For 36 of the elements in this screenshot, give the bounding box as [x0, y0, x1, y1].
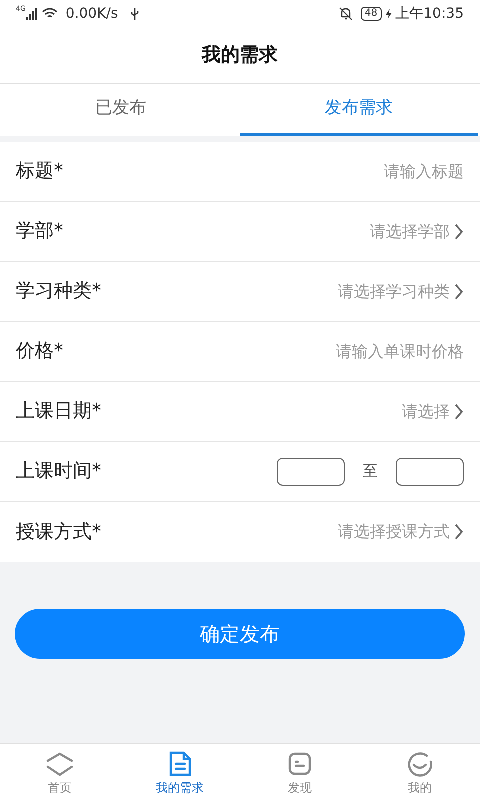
charging-icon — [386, 9, 392, 19]
select-field[interactable]: 请选择学习种类 — [338, 280, 464, 304]
nav-tab[interactable]: 首页 — [0, 744, 120, 800]
tab[interactable]: 发布需求 — [240, 84, 478, 136]
battery-level: 48 — [360, 7, 382, 21]
submit-button[interactable]: 确定发布 — [15, 609, 465, 659]
page-title: 我的需求 — [202, 43, 278, 68]
bell-muted-icon — [338, 7, 353, 21]
field-label: 上课时间* — [16, 459, 102, 484]
chevron-right-icon — [454, 402, 464, 420]
clock: 上午10:35 — [396, 4, 464, 24]
range-separator: 至 — [363, 461, 378, 482]
time-field[interactable] — [277, 458, 345, 486]
wifi-icon — [42, 8, 58, 20]
input-field[interactable]: 请输入标题 — [224, 160, 464, 184]
nav-tab[interactable]: 我的需求 — [120, 744, 240, 800]
select-field[interactable]: 请选择 — [402, 400, 464, 424]
tab[interactable]: 已发布 — [2, 84, 240, 136]
nav-tab[interactable]: 我的 — [360, 744, 480, 800]
chevron-right-icon — [454, 282, 464, 300]
nav-tab[interactable]: 发现 — [240, 744, 360, 800]
field-label: 上课日期* — [16, 399, 102, 424]
field-label: 授课方式* — [16, 520, 102, 545]
field-label: 价格* — [16, 339, 64, 364]
chevron-right-icon — [454, 523, 464, 541]
network-speed: 0.00K/s — [66, 4, 118, 24]
usb-icon — [130, 7, 140, 21]
time-field[interactable] — [396, 458, 464, 486]
field-label: 标题* — [16, 159, 64, 184]
select-field[interactable]: 请选择学部 — [370, 220, 464, 244]
select-field[interactable]: 请选择授课方式 — [338, 520, 464, 544]
chevron-right-icon — [454, 222, 464, 240]
signal-icon — [26, 8, 38, 20]
field-label: 学习种类* — [16, 279, 102, 304]
input-field[interactable]: 请输入单课时价格 — [224, 340, 464, 364]
field-label: 学部* — [16, 219, 64, 244]
